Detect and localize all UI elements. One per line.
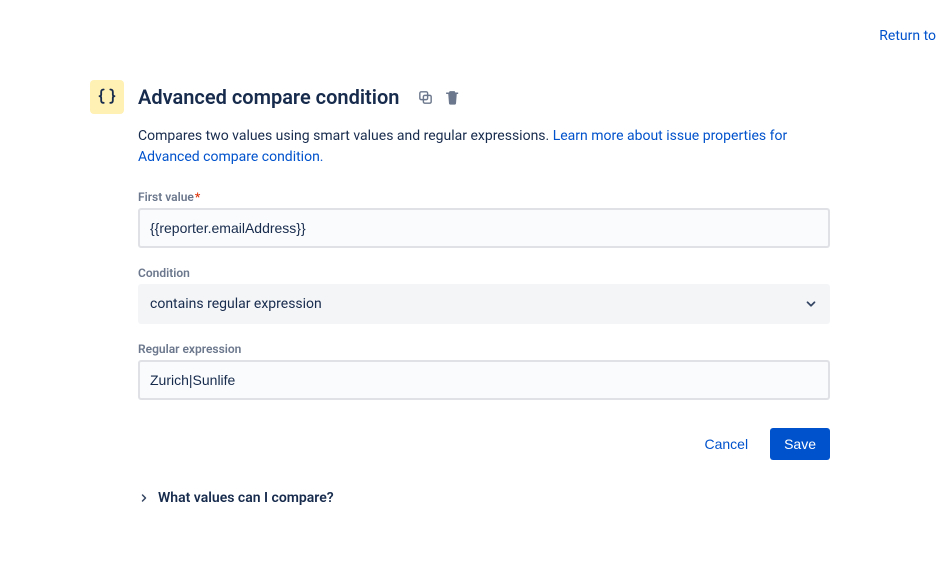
- regex-input[interactable]: [138, 360, 830, 400]
- delete-button[interactable]: [442, 87, 463, 108]
- condition-select-wrap: contains regular expression: [138, 284, 830, 324]
- return-link[interactable]: Return to: [879, 28, 936, 44]
- condition-panel: Advanced compare condition Compares two …: [90, 80, 830, 506]
- regex-group: Regular expression: [138, 342, 830, 400]
- condition-form: First value* Condition contains regular …: [138, 190, 830, 460]
- condition-group: Condition contains regular expression: [138, 266, 830, 324]
- condition-select[interactable]: contains regular expression: [138, 284, 830, 324]
- required-indicator: *: [195, 190, 200, 204]
- save-button[interactable]: Save: [770, 428, 830, 460]
- cancel-button[interactable]: Cancel: [690, 428, 762, 460]
- description-text: Compares two values using smart values a…: [138, 128, 553, 144]
- first-value-input[interactable]: [138, 208, 830, 248]
- panel-title: Advanced compare condition: [138, 85, 399, 109]
- first-value-label: First value*: [138, 190, 830, 204]
- chevron-right-icon: [138, 492, 150, 504]
- braces-icon: [90, 80, 124, 114]
- disclosure-label: What values can I compare?: [158, 490, 334, 506]
- title-actions: [415, 87, 463, 108]
- copy-button[interactable]: [415, 87, 436, 108]
- regex-label: Regular expression: [138, 342, 830, 356]
- form-actions: Cancel Save: [138, 428, 830, 460]
- condition-selected-value: contains regular expression: [150, 296, 322, 312]
- panel-description: Compares two values using smart values a…: [138, 126, 830, 168]
- values-disclosure[interactable]: What values can I compare?: [138, 490, 830, 506]
- condition-label: Condition: [138, 266, 830, 280]
- first-value-label-text: First value: [138, 190, 194, 204]
- first-value-group: First value*: [138, 190, 830, 248]
- panel-header: Advanced compare condition: [90, 80, 830, 114]
